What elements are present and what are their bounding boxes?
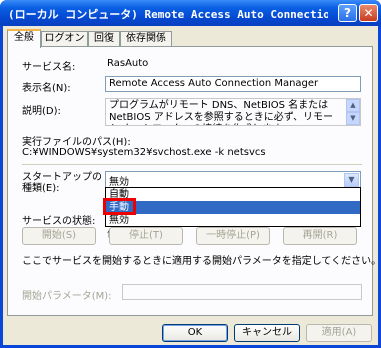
general-panel: サービス名: RasAuto 表示名(N): Remote Access Aut… [7, 46, 381, 316]
title-bar[interactable]: (ローカル コンピュータ) Remote Access Auto Connect… [0, 0, 381, 26]
startup-option-manual[interactable]: 手動 [106, 201, 360, 214]
service-name-value: RasAuto [107, 58, 149, 69]
scroll-down-icon[interactable]: ▼ [346, 112, 360, 125]
startup-type-label-line2: 種類(E): [22, 183, 60, 194]
apply-button[interactable]: 適用(A) [306, 324, 372, 342]
description-scrollbar[interactable]: ▲ ▼ [346, 99, 360, 125]
description-text: プログラムがリモート DNS、NetBIOS 名または NetBIOS アドレス… [109, 100, 334, 125]
startup-type-dropdown: 自動 手動 無効 [105, 187, 361, 227]
chevron-down-icon[interactable]: ▼ [344, 173, 359, 187]
startup-type-select[interactable]: 無効 ▼ [105, 171, 361, 188]
startup-option-disabled[interactable]: 無効 [106, 214, 360, 227]
start-button[interactable]: 開始(S) [22, 227, 96, 245]
start-params-field[interactable] [122, 284, 362, 300]
callout-highlight [103, 198, 136, 215]
display-name-field[interactable]: Remote Access Auto Connection Manager [105, 76, 361, 92]
startup-option-auto[interactable]: 自動 [106, 188, 360, 201]
window-title: (ローカル コンピュータ) Remote Access Auto Connect… [8, 8, 328, 21]
description-label: 説明(D): [22, 106, 61, 117]
cancel-button[interactable]: キャンセル [234, 324, 300, 342]
startup-type-label-line1: スタートアップの [22, 172, 102, 183]
start-params-note: ここでサービスを開始するときに適用する開始パラメータを指定してください。 [22, 256, 381, 267]
startup-type-value: 無効 [109, 177, 129, 188]
service-status-label: サービスの状態: [22, 216, 96, 227]
pause-button[interactable]: 一時停止(P) [196, 227, 270, 245]
description-field[interactable]: プログラムがリモート DNS、NetBIOS 名または NetBIOS アドレス… [105, 98, 361, 126]
scroll-up-icon[interactable]: ▲ [346, 99, 360, 112]
service-properties-window: (ローカル コンピュータ) Remote Access Auto Connect… [0, 0, 381, 348]
tab-dependencies[interactable]: 依存関係 [120, 31, 172, 46]
tab-logon[interactable]: ログオン [41, 31, 88, 46]
help-button[interactable]: ? [338, 4, 357, 22]
dialog-body: 全般 ログオン 回復 依存関係 サービス名: RasAuto 表示名(N): R… [3, 26, 381, 345]
divider [22, 164, 362, 165]
exe-path-value: C:¥WINDOWS¥system32¥svchost.exe -k netsv… [22, 146, 362, 162]
ok-button[interactable]: OK [162, 324, 228, 342]
display-name-label: 表示名(N): [22, 83, 71, 94]
stop-button[interactable]: 停止(T) [109, 227, 183, 245]
tab-recovery[interactable]: 回復 [88, 31, 120, 46]
tab-general[interactable]: 全般 [7, 29, 41, 48]
startup-type-label: スタートアップの 種類(E): [22, 172, 102, 194]
service-name-label: サービス名: [22, 62, 76, 73]
resume-button[interactable]: 再開(R) [283, 227, 357, 245]
start-params-label: 開始パラメータ(M): [22, 291, 112, 302]
close-button[interactable]: ✕ [359, 4, 378, 22]
